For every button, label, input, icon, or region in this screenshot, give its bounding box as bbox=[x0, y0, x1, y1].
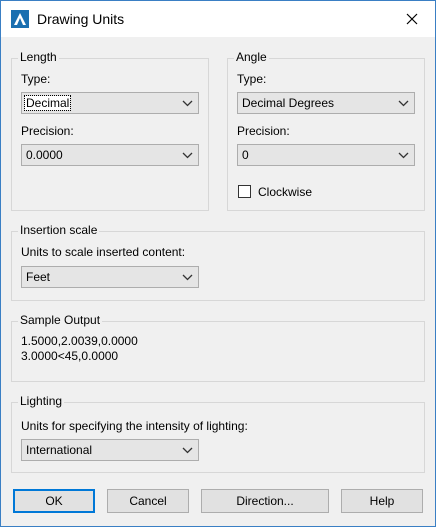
help-button[interactable]: Help bbox=[341, 489, 423, 513]
insertion-scale-value: Feet bbox=[26, 270, 51, 284]
autocad-a-icon bbox=[11, 10, 29, 28]
dialog-title: Drawing Units bbox=[37, 11, 125, 27]
length-precision-label: Precision: bbox=[21, 124, 74, 138]
drawing-units-dialog: Drawing Units Length Type: Decimal Preci… bbox=[0, 0, 436, 527]
angle-group: Angle Type: Decimal Degrees Precision: 0… bbox=[227, 50, 425, 211]
lighting-group: Lighting Units for specifying the intens… bbox=[11, 394, 425, 473]
length-group: Length Type: Decimal Precision: 0.0000 bbox=[11, 50, 209, 211]
length-type-label: Type: bbox=[21, 72, 51, 86]
chevron-down-icon bbox=[182, 274, 193, 281]
length-group-title: Length bbox=[18, 50, 59, 64]
lighting-units-label: Units for specifying the intensity of li… bbox=[21, 419, 248, 433]
length-type-value: Decimal bbox=[23, 95, 72, 111]
length-precision-dropdown[interactable]: 0.0000 bbox=[21, 144, 199, 166]
sample-output-line-2: 3.0000<45,0.0000 bbox=[21, 349, 119, 363]
insertion-scale-group-title: Insertion scale bbox=[18, 223, 100, 237]
lighting-group-title: Lighting bbox=[18, 394, 65, 408]
sample-output-line-1: 1.5000,2.0039,0.0000 bbox=[21, 334, 138, 348]
angle-precision-value: 0 bbox=[242, 148, 249, 162]
cancel-button[interactable]: Cancel bbox=[107, 489, 189, 513]
angle-type-dropdown[interactable]: Decimal Degrees bbox=[237, 92, 415, 114]
sample-output-group: Sample Output 1.5000,2.0039,0.0000 3.000… bbox=[11, 313, 425, 382]
chevron-down-icon bbox=[182, 100, 193, 107]
chevron-down-icon bbox=[182, 152, 193, 159]
length-type-dropdown[interactable]: Decimal bbox=[21, 92, 199, 114]
close-icon bbox=[406, 13, 418, 25]
insertion-scale-group: Insertion scale Units to scale inserted … bbox=[11, 223, 425, 301]
angle-precision-dropdown[interactable]: 0 bbox=[237, 144, 415, 166]
angle-type-label: Type: bbox=[237, 72, 267, 86]
direction-button[interactable]: Direction... bbox=[201, 489, 329, 513]
clockwise-checkbox[interactable] bbox=[238, 185, 251, 198]
angle-group-title: Angle bbox=[234, 50, 269, 64]
ok-button[interactable]: OK bbox=[13, 489, 95, 513]
angle-precision-label: Precision: bbox=[237, 124, 290, 138]
chevron-down-icon bbox=[398, 152, 409, 159]
insertion-scale-label: Units to scale inserted content: bbox=[21, 245, 186, 259]
close-button[interactable] bbox=[389, 1, 435, 37]
lighting-units-value: International bbox=[26, 443, 93, 457]
angle-type-value: Decimal Degrees bbox=[242, 96, 335, 110]
clockwise-label[interactable]: Clockwise bbox=[258, 185, 312, 199]
chevron-down-icon bbox=[182, 447, 193, 454]
insertion-scale-dropdown[interactable]: Feet bbox=[21, 266, 199, 288]
chevron-down-icon bbox=[398, 100, 409, 107]
sample-output-group-title: Sample Output bbox=[18, 313, 103, 327]
title-bar: Drawing Units bbox=[1, 1, 435, 37]
length-precision-value: 0.0000 bbox=[26, 148, 63, 162]
lighting-units-dropdown[interactable]: International bbox=[21, 439, 199, 461]
